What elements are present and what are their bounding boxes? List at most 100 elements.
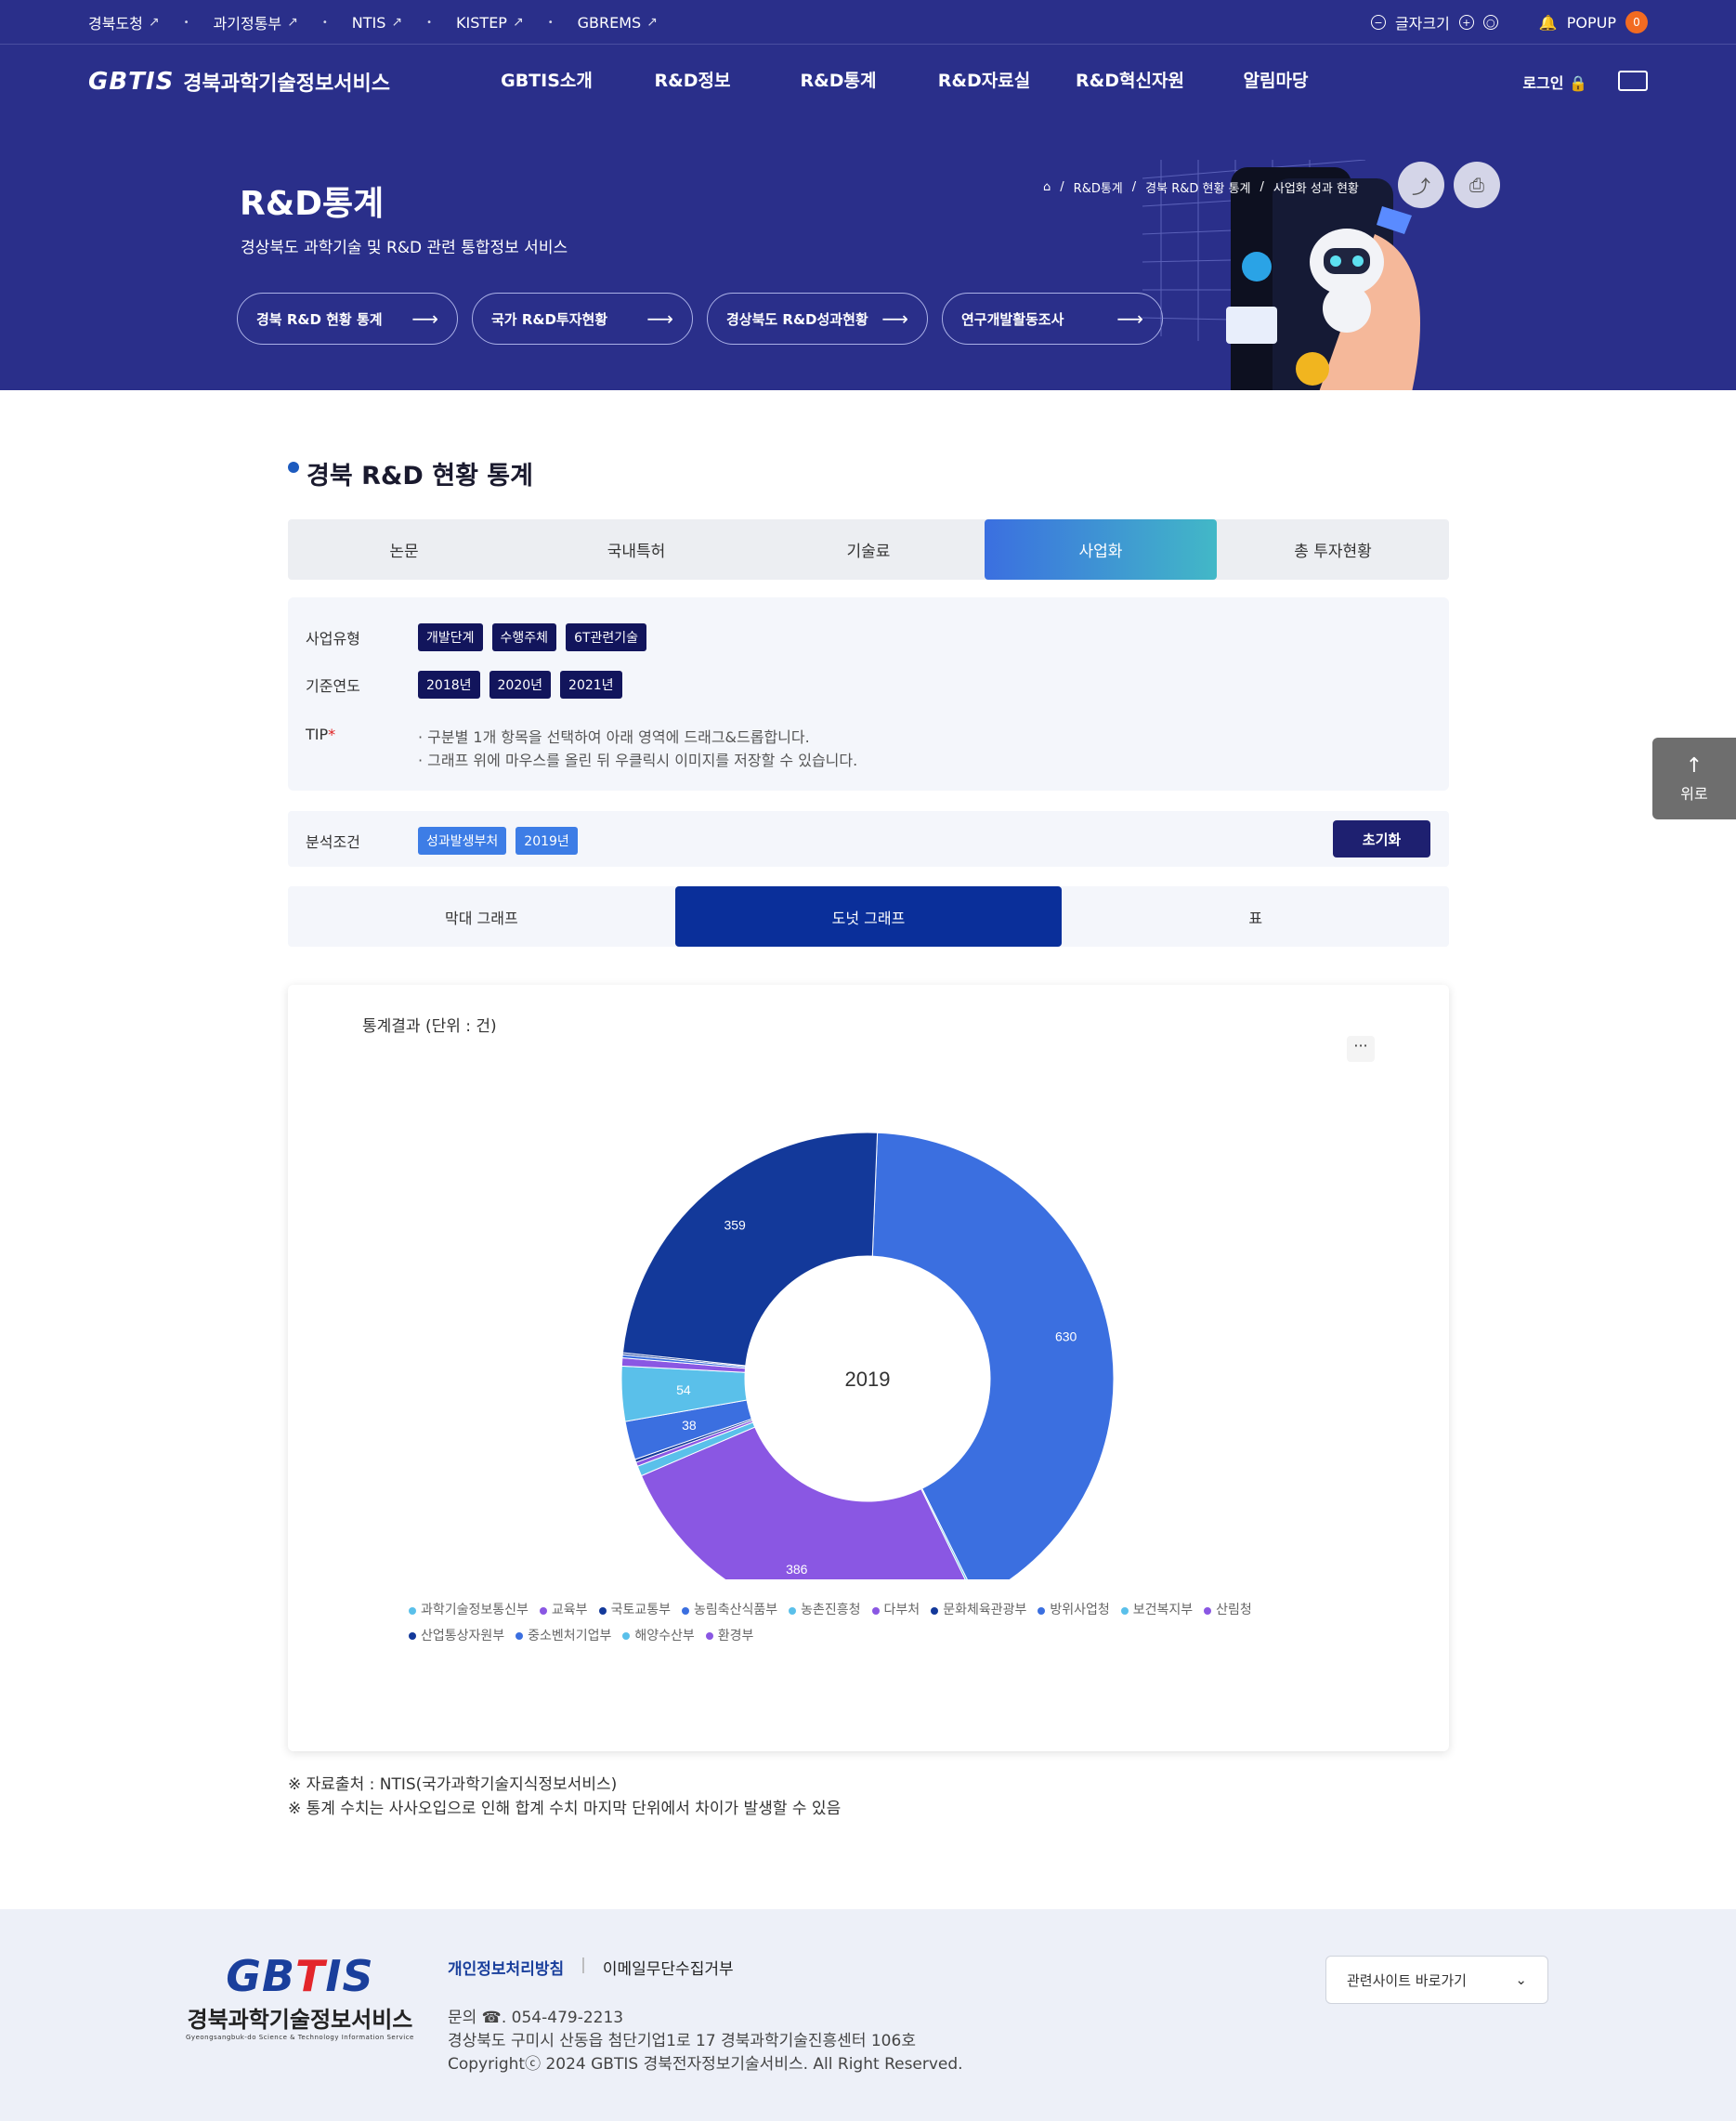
content-area: 경북 R&D 현황 통계 논문 국내특허 기술료 사업화 총 투자현황 사업유형…	[288, 455, 1449, 1818]
donut-slice[interactable]	[621, 1132, 879, 1367]
zoom-reset-icon[interactable]: ○	[1482, 15, 1498, 30]
slice-value-label: 359	[724, 1218, 746, 1233]
legend-item[interactable]: 보건복지부	[1120, 1598, 1194, 1623]
separator-dot: •	[426, 17, 433, 28]
legend-label: 문화체육관광부	[943, 1603, 1027, 1617]
pill-rd-survey[interactable]: 연구개발활동조사 ⟶	[942, 293, 1163, 345]
tab-donut-graph[interactable]: 도넛 그래프	[674, 886, 1063, 947]
tip-line: · 구분별 1개 항목을 선택하여 아래 영역에 드래그&드롭합니다.	[418, 728, 810, 746]
print-icon[interactable]: ⎙	[1454, 162, 1500, 208]
legend-label: 환경부	[717, 1628, 754, 1643]
slice-value-label: 386	[786, 1562, 808, 1577]
share-icon[interactable]: ⤴	[1398, 162, 1444, 208]
related-sites-select[interactable]: 관련사이트 바로가기 ⌄	[1325, 1956, 1548, 2004]
tab-commercialization[interactable]: 사업화	[985, 519, 1217, 580]
tab-royalty[interactable]: 기술료	[752, 519, 985, 580]
legend-swatch	[409, 1632, 416, 1640]
tab-bar-graph[interactable]: 막대 그래프	[288, 886, 675, 947]
util-link-gbrems[interactable]: GBREMS ↗	[578, 14, 658, 32]
slice-value-label: 54	[676, 1382, 691, 1397]
legend-item[interactable]: 산림청	[1204, 1598, 1252, 1623]
lock-icon: 🔒	[1569, 74, 1587, 92]
filter-panel: 사업유형 개발단계 수행주체 6T관련기술 기준연도 2018년 2020년 2…	[288, 597, 1449, 791]
util-link-gb[interactable]: 경북도청 ↗	[88, 11, 160, 33]
pill-national-rd[interactable]: 국가 R&D투자현황 ⟶	[472, 293, 693, 345]
popup-label[interactable]: POPUP	[1567, 14, 1616, 32]
legend-swatch	[931, 1606, 939, 1615]
chip-performer[interactable]: 수행주체	[491, 623, 557, 651]
privacy-policy-link[interactable]: 개인정보처리방침	[448, 1956, 564, 1979]
legend-item[interactable]: 해양수산부	[622, 1624, 695, 1649]
legend-swatch	[705, 1632, 713, 1640]
nav-item-rd-stats[interactable]: R&D통계	[765, 67, 911, 92]
legend-label: 농촌진흥청	[801, 1603, 861, 1617]
analysis-condition: 분석조건 성과발생부처 2019년 초기화	[288, 811, 1449, 867]
legend-item[interactable]: 다부처	[871, 1598, 920, 1623]
main-header: GBTIS 경북과학기술정보서비스 GBTIS소개 R&D정보 R&D통계 R&…	[0, 45, 1736, 160]
chip-year-2018[interactable]: 2018년	[418, 671, 480, 699]
nav-item-rd-resources[interactable]: R&D혁신자원	[1057, 67, 1203, 92]
chip-year-2021[interactable]: 2021년	[560, 671, 622, 699]
chip-year-2020[interactable]: 2020년	[489, 671, 552, 699]
breadcrumb-item[interactable]: 경북 R&D 현황 통계	[1145, 178, 1250, 196]
zoom-in-icon[interactable]: +	[1458, 15, 1474, 30]
required-star: *	[328, 726, 336, 743]
chip-6t[interactable]: 6T관련기술	[566, 623, 647, 651]
scroll-top-button[interactable]: ↑ 위로	[1652, 738, 1736, 819]
pill-gb-rd-stats[interactable]: 경북 R&D 현황 통계 ⟶	[237, 293, 458, 345]
tab-papers[interactable]: 논문	[288, 519, 520, 580]
login-link[interactable]: 로그인 🔒	[1522, 71, 1587, 93]
tab-table[interactable]: 표	[1062, 886, 1449, 947]
util-link-kistep[interactable]: KISTEP ↗	[456, 14, 524, 32]
tab-patents[interactable]: 국내특허	[520, 519, 752, 580]
chip-dev-stage[interactable]: 개발단계	[418, 623, 483, 651]
legend-item[interactable]: 농림축산식품부	[681, 1598, 777, 1623]
home-icon[interactable]: ⌂	[1043, 180, 1051, 194]
nav-item-notice[interactable]: 알림마당	[1203, 67, 1349, 92]
util-link-msit[interactable]: 과기정통부 ↗	[214, 11, 298, 33]
nav-item-about[interactable]: GBTIS소개	[474, 67, 620, 92]
popup-count-badge: 0	[1625, 11, 1648, 33]
tip-line: · 그래프 위에 마우스를 올린 뒤 우클릭시 이미지를 저장할 수 있습니다.	[418, 752, 858, 769]
donut-chart: 630 386 38 54 359 2019	[620, 1132, 1115, 1579]
reset-button[interactable]: 초기화	[1333, 820, 1430, 858]
external-arrow-icon: ↗	[512, 15, 524, 30]
legend-label: 보건복지부	[1132, 1603, 1194, 1617]
footer-logo: GBTIS 경북과학기술정보서비스 Gyeongsangbuk-do Scien…	[186, 1951, 414, 2041]
util-link-ntis[interactable]: NTIS ↗	[352, 14, 402, 32]
donut-center-label: 2019	[845, 1368, 891, 1391]
zoom-out-icon[interactable]: −	[1370, 15, 1386, 30]
arrow-up-icon: ↑	[1685, 753, 1703, 778]
utility-bar: 경북도청 ↗ • 과기정통부 ↗ • NTIS ↗ • KISTEP ↗ • GBREM…	[0, 0, 1736, 45]
nav-item-rd-info[interactable]: R&D정보	[620, 67, 765, 92]
email-policy-link[interactable]: 이메일무단수집거부	[603, 1956, 734, 1979]
section-title: 경북 R&D 현황 통계	[288, 455, 1449, 491]
legend-item[interactable]: 교육부	[539, 1598, 588, 1623]
legend-item[interactable]: 농촌진흥청	[789, 1598, 861, 1623]
legend-item[interactable]: 산업통상자원부	[409, 1624, 504, 1649]
utility-links: 경북도청 ↗ • 과기정통부 ↗ • NTIS ↗ • KISTEP ↗ • GBREM…	[88, 0, 658, 45]
breadcrumb-item[interactable]: 사업화 성과 현황	[1273, 178, 1359, 196]
legend-item[interactable]: 국토교통부	[598, 1598, 671, 1623]
legend-item[interactable]: 문화체육관광부	[931, 1598, 1026, 1623]
external-arrow-icon: ↗	[646, 15, 658, 30]
breadcrumb-item[interactable]: R&D통계	[1074, 178, 1123, 196]
legend-label: 국토교통부	[610, 1603, 671, 1617]
legend-item[interactable]: 환경부	[705, 1624, 754, 1649]
legend-swatch	[681, 1606, 689, 1615]
separator-dot: •	[321, 17, 328, 28]
arrow-right-icon: ⟶	[411, 308, 438, 330]
site-logo[interactable]: GBTIS 경북과학기술정보서비스	[88, 67, 390, 97]
search-icon[interactable]	[1618, 71, 1648, 91]
separator: |	[581, 1956, 586, 1974]
nav-item-rd-library[interactable]: R&D자료실	[911, 67, 1057, 92]
legend-item[interactable]: 과학기술정보통신부	[409, 1598, 529, 1623]
pill-gb-rd-outcome[interactable]: 경상북도 R&D성과현황 ⟶	[707, 293, 928, 345]
legend-item[interactable]: 중소벤처기업부	[516, 1624, 611, 1649]
tab-total-investment[interactable]: 총 투자현황	[1217, 519, 1449, 580]
legend-item[interactable]: 방위사업청	[1038, 1598, 1110, 1623]
condition-chip-year[interactable]: 2019년	[516, 827, 578, 855]
legend-swatch	[789, 1606, 797, 1615]
page-title: R&D통계	[240, 185, 385, 223]
condition-chip-ministry[interactable]: 성과발생부처	[418, 827, 507, 855]
